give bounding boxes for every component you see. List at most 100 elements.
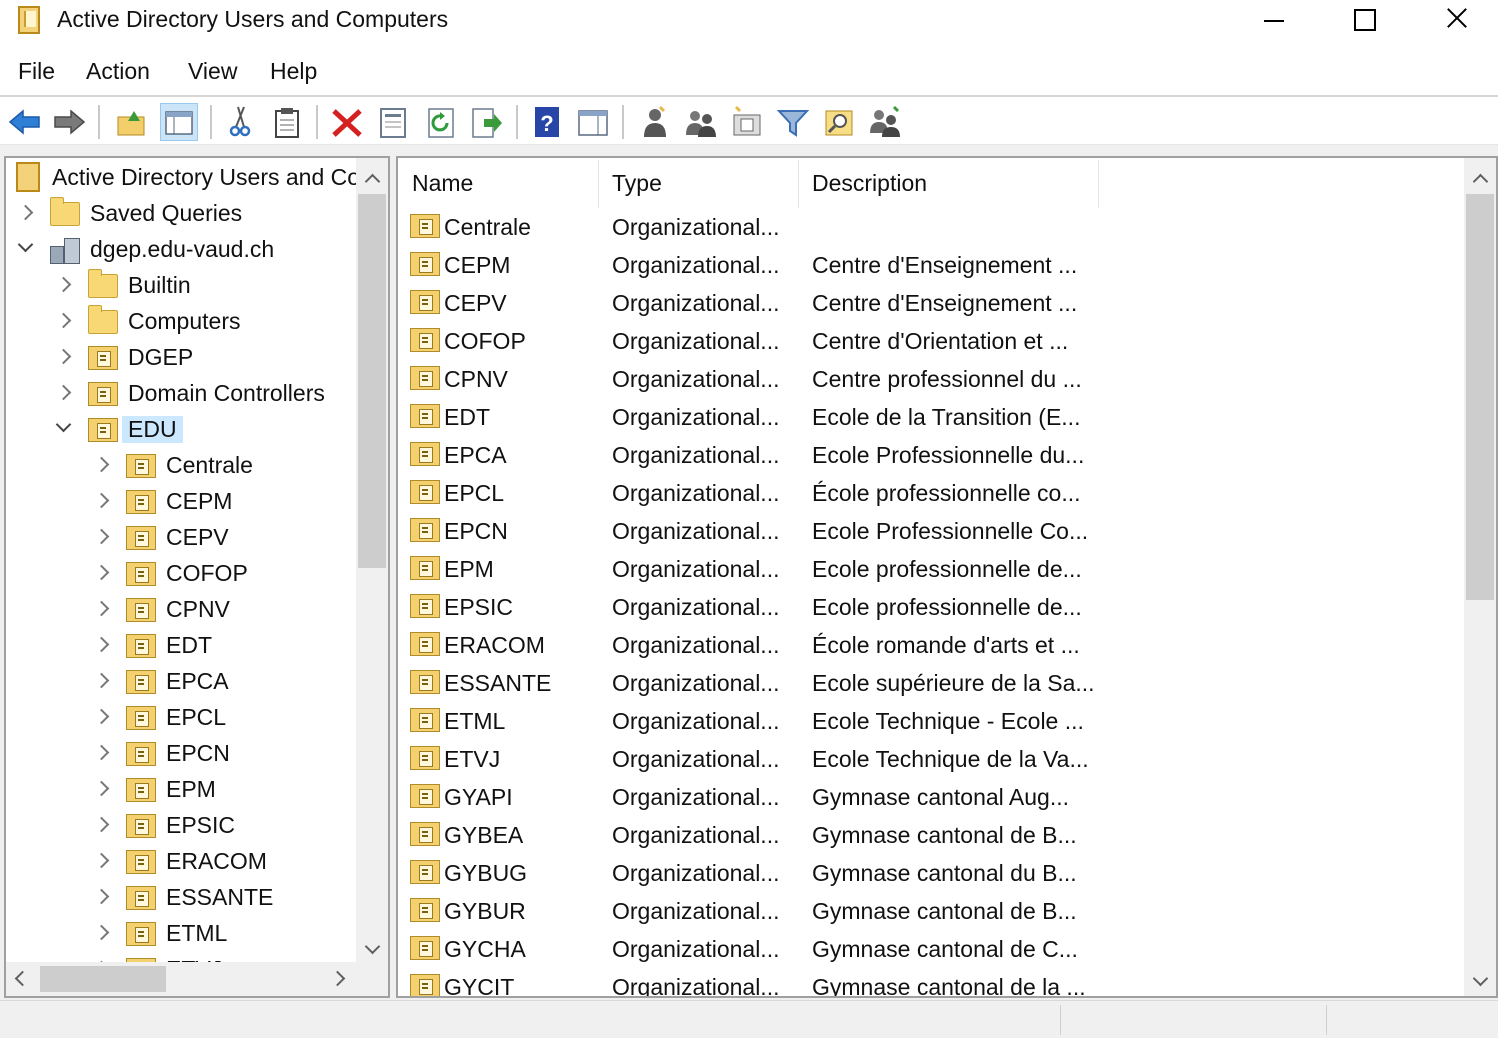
details-list-view[interactable]: Name Type Description Centrale Organizati… (396, 156, 1498, 998)
list-item[interactable]: EPCL Organizational... École professionnel… (398, 474, 1464, 512)
menu-file[interactable]: File (18, 58, 55, 85)
maximize-button[interactable] (1318, 0, 1410, 40)
show-hide-action-pane-icon[interactable] (574, 103, 612, 141)
scroll-up-arrow-icon[interactable] (366, 172, 378, 184)
tree-item-ou[interactable]: CEPM (6, 484, 352, 520)
tree-item-ou[interactable]: ESSANTE (6, 880, 352, 916)
tree-item-ou[interactable]: CEPV (6, 520, 352, 556)
list-item[interactable]: GYAPI Organizational... Gymnase cantonal A… (398, 778, 1464, 816)
tree-item-saved-queries[interactable]: Saved Queries (6, 196, 352, 232)
list-item[interactable]: GYCHA Organizational... Gymnase cantonal d… (398, 930, 1464, 968)
help-icon[interactable]: ? (528, 103, 566, 141)
chevron-right-icon[interactable] (96, 601, 110, 615)
chevron-right-icon[interactable] (58, 313, 72, 327)
chevron-right-icon[interactable] (58, 349, 72, 363)
list-item[interactable]: COFOP Organizational... Centre d'Orientati… (398, 322, 1464, 360)
chevron-right-icon[interactable] (96, 709, 110, 723)
chevron-right-icon[interactable] (96, 853, 110, 867)
chevron-right-icon[interactable] (96, 925, 110, 939)
tree-vertical-scrollbar[interactable] (356, 158, 388, 962)
tree-item-ou[interactable]: EPCN (6, 736, 352, 772)
back-icon[interactable] (6, 103, 44, 141)
forward-icon[interactable] (50, 103, 88, 141)
scroll-left-arrow-icon[interactable] (14, 972, 26, 984)
tree-item-ou[interactable]: EPSIC (6, 808, 352, 844)
scroll-up-arrow-icon[interactable] (1474, 172, 1486, 184)
tree-item-root[interactable]: Active Directory Users and Co (6, 160, 360, 196)
chevron-down-icon[interactable] (56, 421, 70, 435)
column-header-type[interactable]: Type (612, 170, 662, 197)
chevron-right-icon[interactable] (58, 277, 72, 291)
new-group-icon[interactable] (682, 103, 720, 141)
tree-item-ou[interactable]: EPCA (6, 664, 352, 700)
list-item[interactable]: EPCA Organizational... Ecole Professionnel… (398, 436, 1464, 474)
list-item[interactable]: ERACOM Organizational... École romande d'a… (398, 626, 1464, 664)
list-item[interactable]: EPSIC Organizational... Ecole professionne… (398, 588, 1464, 626)
tree-horizontal-scrollbar[interactable] (6, 962, 388, 996)
chevron-right-icon[interactable] (96, 781, 110, 795)
chevron-down-icon[interactable] (18, 241, 32, 255)
chevron-right-icon[interactable] (96, 745, 110, 759)
tree-item-ou[interactable]: COFOP (6, 556, 352, 592)
list-item[interactable]: ETVJ Organizational... Ecole Technique de … (398, 740, 1464, 778)
list-item[interactable]: GYBUG Organizational... Gymnase cantonal d… (398, 854, 1464, 892)
copy-icon[interactable] (268, 103, 306, 141)
column-header-description[interactable]: Description (812, 170, 927, 197)
tree-item-ou[interactable]: ETML (6, 916, 352, 952)
cut-icon[interactable] (222, 103, 260, 141)
scroll-down-arrow-icon[interactable] (1474, 974, 1486, 986)
tree-item-ou[interactable]: EPCL (6, 700, 352, 736)
new-ou-icon[interactable] (728, 103, 766, 141)
chevron-right-icon[interactable] (58, 385, 72, 399)
column-header-name[interactable]: Name (412, 170, 473, 197)
tree-horizontal-scroll-thumb[interactable] (40, 966, 166, 992)
list-item[interactable]: EPM Organizational... Ecole professionnell… (398, 550, 1464, 588)
tree-item-ou[interactable]: CPNV (6, 592, 352, 628)
show-hide-console-tree-icon[interactable] (160, 103, 198, 141)
properties-icon[interactable] (374, 103, 412, 141)
delete-icon[interactable] (328, 103, 366, 141)
tree-vertical-scroll-thumb[interactable] (358, 194, 386, 568)
tree-item-builtin[interactable]: Builtin (6, 268, 352, 304)
new-user-icon[interactable] (636, 103, 674, 141)
list-item[interactable]: ETML Organizational... Ecole Technique - E… (398, 702, 1464, 740)
menu-view[interactable]: View (188, 58, 237, 85)
chevron-right-icon[interactable] (96, 817, 110, 831)
list-item[interactable]: CEPV Organizational... Centre d'Enseigneme… (398, 284, 1464, 322)
tree-item-computers[interactable]: Computers (6, 304, 352, 340)
list-item[interactable]: GYBEA Organizational... Gymnase cantonal d… (398, 816, 1464, 854)
tree-item-edu[interactable]: EDU (6, 412, 352, 448)
list-item[interactable]: CPNV Organizational... Centre professionne… (398, 360, 1464, 398)
list-item[interactable]: ESSANTE Organizational... Ecole supérieure… (398, 664, 1464, 702)
menu-help[interactable]: Help (270, 58, 317, 85)
scroll-right-arrow-icon[interactable] (332, 972, 344, 984)
list-item[interactable]: Centrale Organizational... (398, 208, 1464, 246)
list-item[interactable]: GYCIT Organizational... Gymnase cantonal d… (398, 968, 1464, 996)
list-item[interactable]: EPCN Organizational... Ecole Professionnel… (398, 512, 1464, 550)
tree-item-dgep[interactable]: DGEP (6, 340, 352, 376)
chevron-right-icon[interactable] (96, 493, 110, 507)
chevron-right-icon[interactable] (20, 205, 34, 219)
chevron-right-icon[interactable] (96, 889, 110, 903)
list-vertical-scroll-thumb[interactable] (1466, 194, 1494, 600)
list-item[interactable]: EDT Organizational... Ecole de la Transiti… (398, 398, 1464, 436)
chevron-right-icon[interactable] (96, 529, 110, 543)
tree-item-domain[interactable]: dgep.edu-vaud.ch (6, 232, 352, 268)
export-list-icon[interactable] (468, 103, 506, 141)
filter-icon[interactable] (774, 103, 812, 141)
minimize-button[interactable] (1228, 0, 1320, 40)
up-folder-icon[interactable] (112, 103, 150, 141)
list-item[interactable]: GYBUR Organizational... Gymnase cantonal d… (398, 892, 1464, 930)
console-tree[interactable]: Active Directory Users and Co Saved Quer… (4, 156, 390, 998)
list-item[interactable]: CEPM Organizational... Centre d'Enseigneme… (398, 246, 1464, 284)
tree-item-domain-controllers[interactable]: Domain Controllers (6, 376, 352, 412)
chevron-right-icon[interactable] (96, 565, 110, 579)
menu-action[interactable]: Action (86, 58, 150, 85)
scroll-down-arrow-icon[interactable] (366, 942, 378, 954)
tree-item-ou[interactable]: EPM (6, 772, 352, 808)
list-vertical-scrollbar[interactable] (1464, 158, 1496, 996)
chevron-right-icon[interactable] (96, 457, 110, 471)
find-icon[interactable] (820, 103, 858, 141)
tree-item-ou[interactable]: Centrale (6, 448, 352, 484)
tree-item-ou[interactable]: ERACOM (6, 844, 352, 880)
